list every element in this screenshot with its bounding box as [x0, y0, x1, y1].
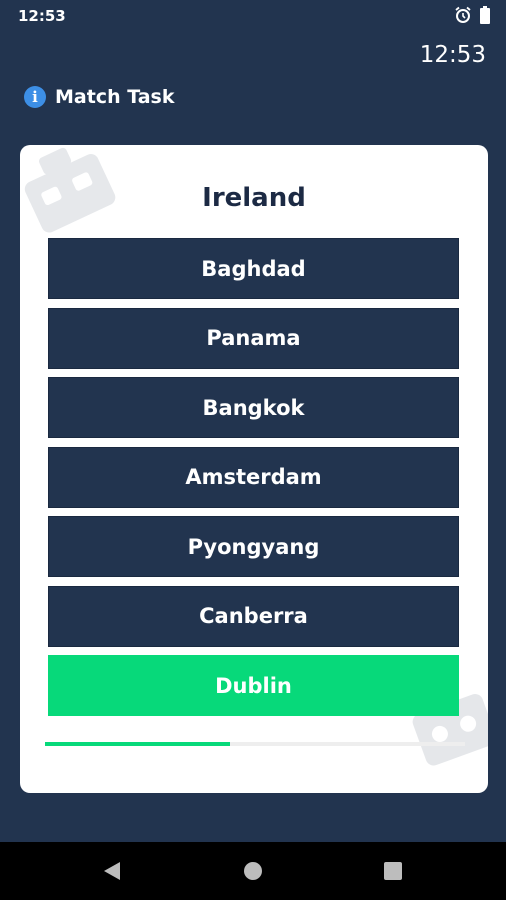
answer-option-button[interactable]: Pyongyang	[48, 516, 459, 577]
answer-option-button[interactable]: Bangkok	[48, 377, 459, 438]
battery-icon	[480, 6, 490, 28]
question-label: Ireland	[202, 183, 306, 213]
alarm-icon	[454, 6, 472, 28]
task-header: i Match Task	[24, 86, 175, 108]
answer-option-button[interactable]: Panama	[48, 307, 459, 369]
status-icons	[454, 6, 490, 28]
task-title: Match Task	[55, 86, 175, 108]
answer-option-button[interactable]: Baghdad	[48, 238, 459, 299]
progress-fill	[45, 742, 230, 746]
screen: 12:53 12:53 i Match Task Ireland Baghdad…	[0, 0, 506, 900]
navigation-bar	[0, 842, 506, 900]
info-icon[interactable]: i	[24, 86, 46, 108]
answer-options: Baghdad Panama Bangkok Amsterdam Pyongyang Ca…	[48, 238, 459, 725]
status-time: 12:53	[18, 7, 66, 25]
answer-option-button[interactable]: Dublin	[48, 655, 459, 716]
home-icon[interactable]	[242, 860, 264, 886]
clock-display: 12:53	[419, 42, 486, 68]
answer-option-button[interactable]: Canberra	[48, 585, 459, 647]
status-bar: 12:53	[0, 0, 506, 34]
progress-bar	[45, 742, 465, 746]
back-icon[interactable]	[102, 860, 122, 886]
answer-option-button[interactable]: Amsterdam	[48, 446, 459, 508]
recents-icon[interactable]	[384, 862, 402, 884]
quiz-card: Ireland Baghdad Panama Bangkok Amsterdam Pyo…	[20, 145, 488, 793]
